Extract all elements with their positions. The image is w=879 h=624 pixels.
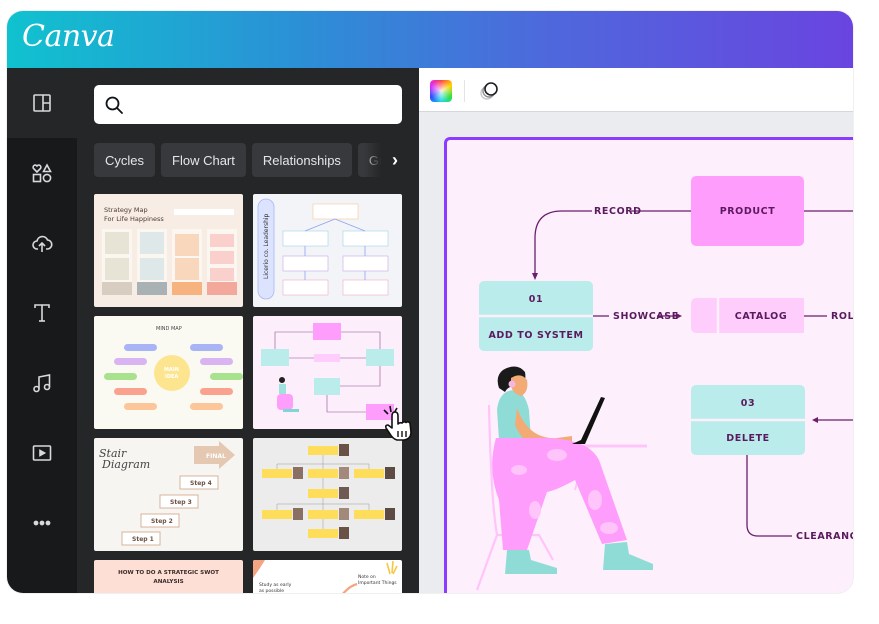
showcase-label: SHOWCASE	[613, 311, 679, 322]
box1-label: ADD TO SYSTEM	[488, 330, 583, 341]
rail-item-audio[interactable]	[7, 348, 77, 418]
catalog-label: CATALOG	[735, 311, 787, 322]
svg-text:Note on: Note on	[358, 574, 376, 580]
side-rail	[7, 68, 77, 593]
chip-cycles[interactable]: Cycles	[94, 143, 156, 177]
canva-window: Canva Cycles Flow Chart Relationships › …	[7, 11, 853, 593]
rail-item-elements[interactable]	[7, 138, 77, 208]
search-icon	[105, 96, 123, 114]
svg-text:For Life Happiness: For Life Happiness	[104, 215, 164, 223]
template-strategy-map[interactable]: Strategy Map For Life Happiness	[94, 194, 243, 307]
svg-text:Study as early: Study as early	[259, 582, 292, 588]
svg-text:IDEA: IDEA	[165, 374, 178, 380]
template-flowchart[interactable]	[253, 316, 402, 429]
svg-text:Step 2: Step 2	[151, 518, 173, 525]
notes-preview: Study as early as possible Note on Impor…	[253, 560, 402, 593]
svg-text:Diagram: Diagram	[101, 458, 150, 471]
svg-text:MIND MAP: MIND MAP	[156, 326, 182, 332]
svg-text:FINAL: FINAL	[206, 453, 226, 460]
box3-label: DELETE	[726, 433, 770, 444]
svg-text:as possible: as possible	[259, 588, 284, 593]
swot-preview: HOW TO DO A STRATEGIC SWOT ANALYSIS	[94, 560, 243, 593]
box3-number: 03	[741, 398, 755, 409]
transparency-icon[interactable]	[477, 79, 501, 103]
hand-pointer-cursor-icon	[383, 405, 412, 441]
toolbar-divider	[464, 80, 465, 102]
org-chart-preview: Licerio co. Leadership	[253, 194, 402, 307]
stair-diagram-preview: Stair Diagram FINAL Step 4 Step 3 Step 2…	[94, 438, 243, 551]
chip-relationships[interactable]: Relationships	[251, 143, 352, 177]
more-icon	[33, 520, 51, 526]
template-mind-map[interactable]: MIND MAP MAIN IDEA	[94, 316, 243, 429]
rail-item-uploads[interactable]	[7, 208, 77, 278]
chip-flow-chart[interactable]: Flow Chart	[161, 143, 246, 177]
search-input[interactable]	[132, 96, 402, 113]
templates-panel: Cycles Flow Chart Relationships Graphs T…	[77, 68, 419, 593]
mind-map-preview: MIND MAP MAIN IDEA	[94, 316, 243, 429]
design-page[interactable]: RECORD SHOWCASE ROL CLEARANCE PRODUCT 01…	[444, 137, 853, 593]
clearance-label: CLEARANCE	[796, 531, 853, 542]
yellow-org-chart-preview	[253, 438, 402, 551]
svg-text:MAIN: MAIN	[164, 367, 179, 373]
text-icon	[34, 304, 50, 322]
record-connector	[534, 210, 592, 277]
svg-text:Licerio co. Leadership: Licerio co. Leadership	[263, 213, 270, 279]
layout-icon	[33, 94, 51, 112]
rail-item-videos[interactable]	[7, 418, 77, 488]
record-label: RECORD	[594, 206, 642, 217]
svg-text:Step 4: Step 4	[190, 480, 212, 487]
rail-item-more[interactable]	[7, 488, 77, 558]
template-stair-diagram[interactable]: Stair Diagram FINAL Step 4 Step 3 Step 2…	[94, 438, 243, 551]
svg-text:ANALYSIS: ANALYSIS	[153, 579, 183, 585]
template-yellow-org-chart[interactable]	[253, 438, 402, 551]
chevron-right-icon: ›	[392, 149, 398, 170]
editor-toolbar	[419, 68, 853, 112]
strategy-map-preview: Strategy Map For Life Happiness	[94, 194, 243, 307]
category-chips: Cycles Flow Chart Relationships Graphs T	[94, 143, 402, 177]
shapes-icon	[32, 163, 52, 183]
search-box[interactable]	[94, 85, 402, 124]
template-org-chart[interactable]: Licerio co. Leadership	[253, 194, 402, 307]
cloud-upload-icon	[32, 235, 53, 252]
clearance-connector	[746, 455, 792, 537]
flowchart-preview	[253, 316, 402, 429]
svg-text:HOW TO DO A STRATEGIC SWOT: HOW TO DO A STRATEGIC SWOT	[118, 570, 219, 576]
video-icon	[32, 445, 52, 461]
rol-label: ROL	[831, 311, 853, 322]
template-notes[interactable]: Study as early as possible Note on Impor…	[253, 560, 402, 593]
template-swot[interactable]: HOW TO DO A STRATEGIC SWOT ANALYSIS	[94, 560, 243, 593]
rail-item-templates[interactable]	[7, 68, 77, 138]
rail-item-text[interactable]	[7, 278, 77, 348]
chips-next-button[interactable]: ›	[364, 143, 402, 177]
svg-text:Step 3: Step 3	[170, 499, 192, 506]
color-picker-button[interactable]	[430, 80, 452, 102]
app-header: Canva	[7, 11, 853, 68]
editor-canvas-area: RECORD SHOWCASE ROL CLEARANCE PRODUCT 01…	[419, 68, 853, 593]
canva-logo: Canva	[22, 19, 115, 54]
svg-text:Strategy Map: Strategy Map	[104, 206, 148, 214]
product-label: PRODUCT	[720, 206, 776, 217]
svg-text:Important Things: Important Things	[358, 580, 397, 586]
svg-text:Step 1: Step 1	[132, 536, 154, 543]
music-icon	[33, 374, 51, 393]
box1-number: 01	[529, 294, 543, 305]
woman-at-laptop-illustration	[475, 366, 653, 591]
flowchart-diagram: RECORD SHOWCASE ROL CLEARANCE PRODUCT 01…	[475, 176, 853, 591]
